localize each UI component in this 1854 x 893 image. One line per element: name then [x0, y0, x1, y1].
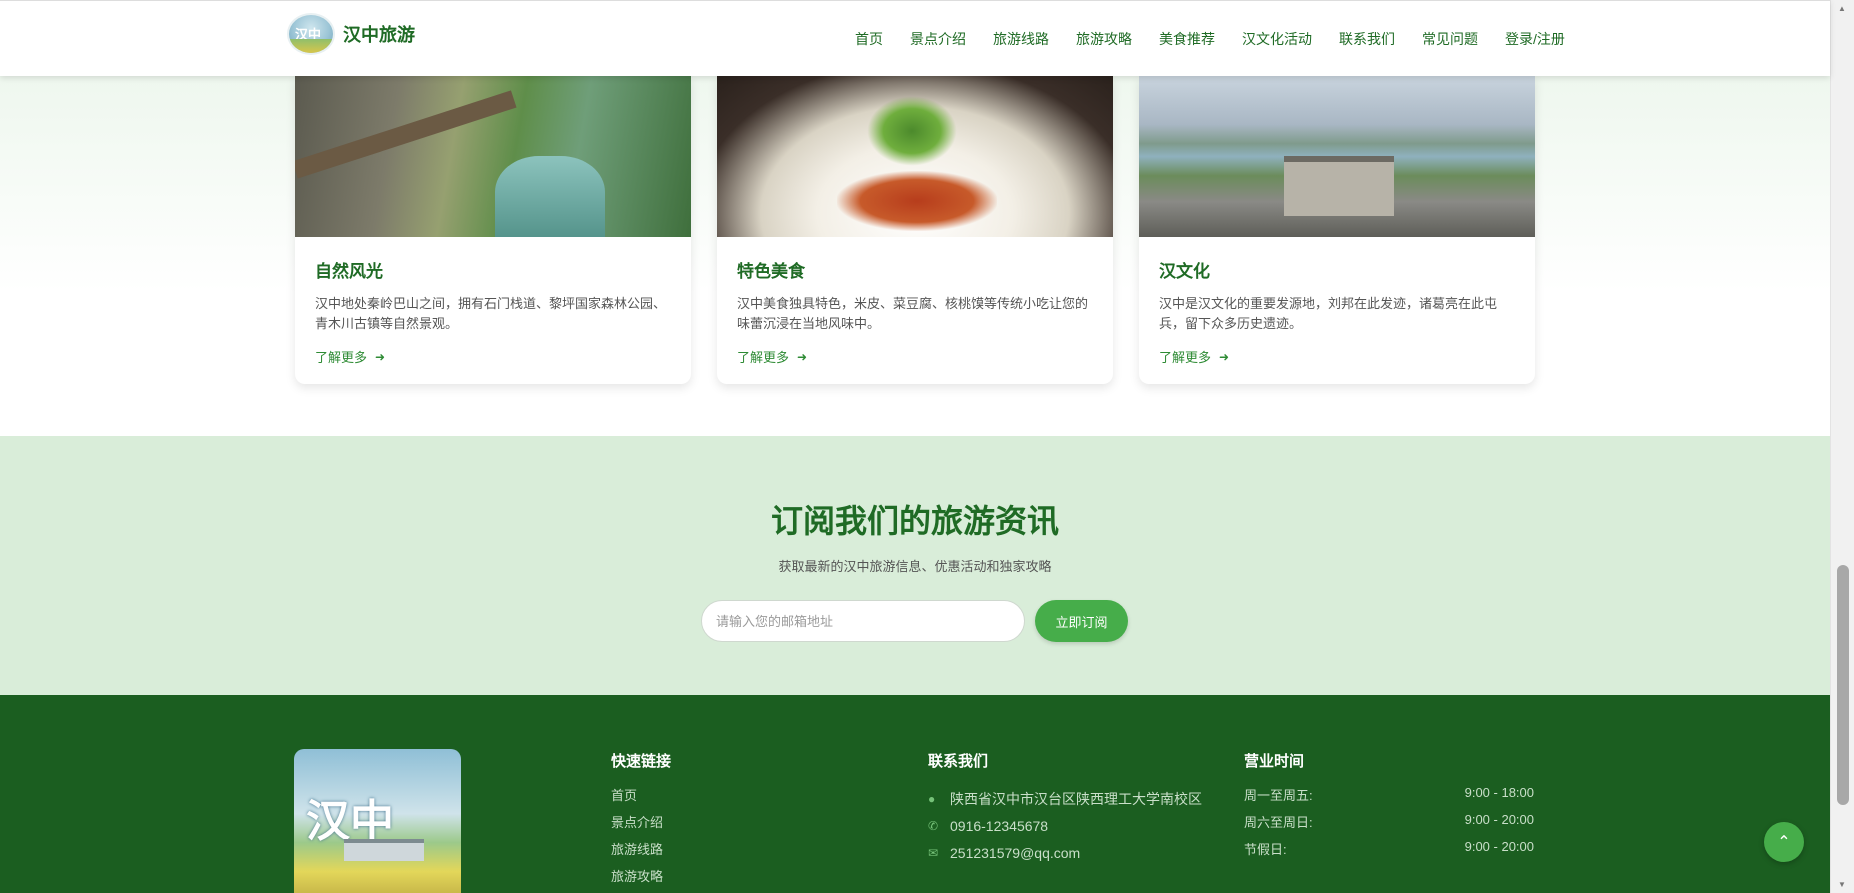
hours-time: 9:00 - 18:00 — [1464, 785, 1534, 800]
card-title: 自然风光 — [315, 262, 383, 281]
food-image — [717, 76, 1113, 237]
footer-link-guides[interactable]: 旅游攻略 — [611, 866, 671, 893]
scroll-down-icon[interactable]: ▼ — [1838, 880, 1846, 889]
hours-label: 周一至周五: — [1244, 788, 1313, 803]
contact-column: 联系我们 ● 陕西省汉中市汉台区陕西理工大学南校区 ✆ 0916-1234567… — [928, 750, 1202, 866]
contact-address: ● 陕西省汉中市汉台区陕西理工大学南校区 — [928, 785, 1202, 812]
learn-more-link[interactable]: 了解更多 ➜ — [737, 347, 1093, 366]
footer-link-home[interactable]: 首页 — [611, 785, 671, 812]
card-food[interactable]: 特色美食 汉中美食独具特色，米皮、菜豆腐、核桃馍等传统小吃让您的味蕾沉浸在当地风… — [717, 76, 1113, 384]
learn-more-label: 了解更多 — [315, 350, 368, 365]
card-description: 汉中美食独具特色，米皮、菜豆腐、核桃馍等传统小吃让您的味蕾沉浸在当地风味中。 — [737, 296, 1089, 331]
chevron-up-icon: ⌃ — [1777, 834, 1791, 851]
learn-more-link[interactable]: 了解更多 ➜ — [1159, 347, 1515, 366]
hours-time: 9:00 - 20:00 — [1464, 812, 1534, 827]
page-scrollbar[interactable]: ▲ ▼ — [1830, 0, 1854, 893]
back-to-top-button[interactable]: ⌃ — [1764, 822, 1804, 862]
phone-text: 0916-12345678 — [950, 817, 1049, 834]
nav-han-culture[interactable]: 汉文化活动 — [1242, 29, 1312, 49]
address-text: 陕西省汉中市汉台区陕西理工大学南校区 — [950, 790, 1202, 807]
quick-links-title: 快速链接 — [611, 753, 672, 770]
feature-cards-section: 自然风光 汉中地处秦岭巴山之间，拥有石门栈道、黎坪国家森林公园、青木川古镇等自然… — [0, 76, 1830, 436]
main-nav: 首页 景点介绍 旅游线路 旅游攻略 美食推荐 汉文化活动 联系我们 常见问题 登… — [855, 29, 1565, 49]
card-title: 特色美食 — [737, 262, 805, 281]
nav-attractions[interactable]: 景点介绍 — [910, 29, 966, 49]
hours-title: 营业时间 — [1244, 753, 1305, 770]
nature-image — [295, 76, 691, 237]
culture-image — [1139, 76, 1535, 237]
email-text: 251231579@qq.com — [950, 844, 1081, 861]
subscribe-section: 订阅我们的旅游资讯 获取最新的汉中旅游信息、优惠活动和独家攻略 立即订阅 — [0, 436, 1830, 695]
arrow-right-icon: ➜ — [797, 349, 808, 364]
hours-time: 9:00 - 20:00 — [1464, 839, 1534, 854]
hours-row: 周一至周五: 9:00 - 18:00 — [1244, 785, 1534, 812]
hours-label: 周六至周日: — [1244, 815, 1313, 830]
subscribe-description: 获取最新的汉中旅游信息、优惠活动和独家攻略 — [778, 559, 1052, 574]
card-description: 汉中地处秦岭巴山之间，拥有石门栈道、黎坪国家森林公园、青木川古镇等自然景观。 — [315, 296, 667, 331]
site-footer: 汉中 快速链接 首页 景点介绍 旅游线路 旅游攻略 联系我们 ● 陕西省汉中市汉… — [0, 695, 1830, 893]
nav-faq[interactable]: 常见问题 — [1422, 29, 1478, 49]
learn-more-label: 了解更多 — [737, 350, 790, 365]
nav-guides[interactable]: 旅游攻略 — [1076, 29, 1132, 49]
nav-home[interactable]: 首页 — [855, 29, 883, 49]
nav-food[interactable]: 美食推荐 — [1159, 29, 1215, 49]
scroll-up-icon[interactable]: ▲ — [1838, 4, 1846, 13]
card-description: 汉中是汉文化的重要发源地，刘邦在此发迹，诸葛亮在此屯兵，留下众多历史遗迹。 — [1159, 296, 1498, 331]
footer-link-routes[interactable]: 旅游线路 — [611, 839, 671, 866]
arrow-right-icon: ➜ — [375, 349, 386, 364]
nav-contact[interactable]: 联系我们 — [1339, 29, 1395, 49]
card-nature[interactable]: 自然风光 汉中地处秦岭巴山之间，拥有石门栈道、黎坪国家森林公园、青木川古镇等自然… — [295, 76, 691, 384]
nav-routes[interactable]: 旅游线路 — [993, 29, 1049, 49]
learn-more-link[interactable]: 了解更多 ➜ — [315, 347, 671, 366]
phone-icon: ✆ — [928, 818, 939, 833]
email-input[interactable] — [701, 600, 1025, 642]
envelope-icon: ✉ — [928, 845, 939, 860]
card-culture[interactable]: 汉文化 汉中是汉文化的重要发源地，刘邦在此发迹，诸葛亮在此屯兵，留下众多历史遗迹… — [1139, 76, 1535, 384]
contact-title: 联系我们 — [928, 753, 989, 770]
subscribe-button[interactable]: 立即订阅 — [1035, 600, 1128, 642]
map-marker-icon: ● — [928, 791, 936, 806]
nav-login[interactable]: 登录/注册 — [1505, 29, 1565, 49]
hours-label: 节假日: — [1244, 842, 1287, 857]
card-title: 汉文化 — [1159, 262, 1210, 281]
site-title[interactable]: 汉中旅游 — [343, 21, 415, 47]
logo[interactable]: 汉中 汉中旅游 — [287, 13, 415, 55]
hours-column: 营业时间 周一至周五: 9:00 - 18:00 周六至周日: 9:00 - 2… — [1244, 750, 1534, 866]
hours-row: 节假日: 9:00 - 20:00 — [1244, 839, 1534, 866]
logo-image: 汉中 — [287, 13, 335, 55]
hours-row: 周六至周日: 9:00 - 20:00 — [1244, 812, 1534, 839]
footer-link-attractions[interactable]: 景点介绍 — [611, 812, 671, 839]
learn-more-label: 了解更多 — [1159, 350, 1212, 365]
contact-email: ✉ 251231579@qq.com — [928, 839, 1202, 866]
footer-logo: 汉中 — [294, 749, 461, 893]
site-header: 汉中 汉中旅游 首页 景点介绍 旅游线路 旅游攻略 美食推荐 汉文化活动 联系我… — [0, 0, 1830, 76]
quick-links-column: 快速链接 首页 景点介绍 旅游线路 旅游攻略 — [611, 750, 671, 893]
scrollbar-thumb[interactable] — [1837, 565, 1849, 805]
subscribe-title: 订阅我们的旅游资讯 — [770, 503, 1059, 539]
arrow-right-icon: ➜ — [1219, 349, 1230, 364]
contact-phone: ✆ 0916-12345678 — [928, 812, 1202, 839]
